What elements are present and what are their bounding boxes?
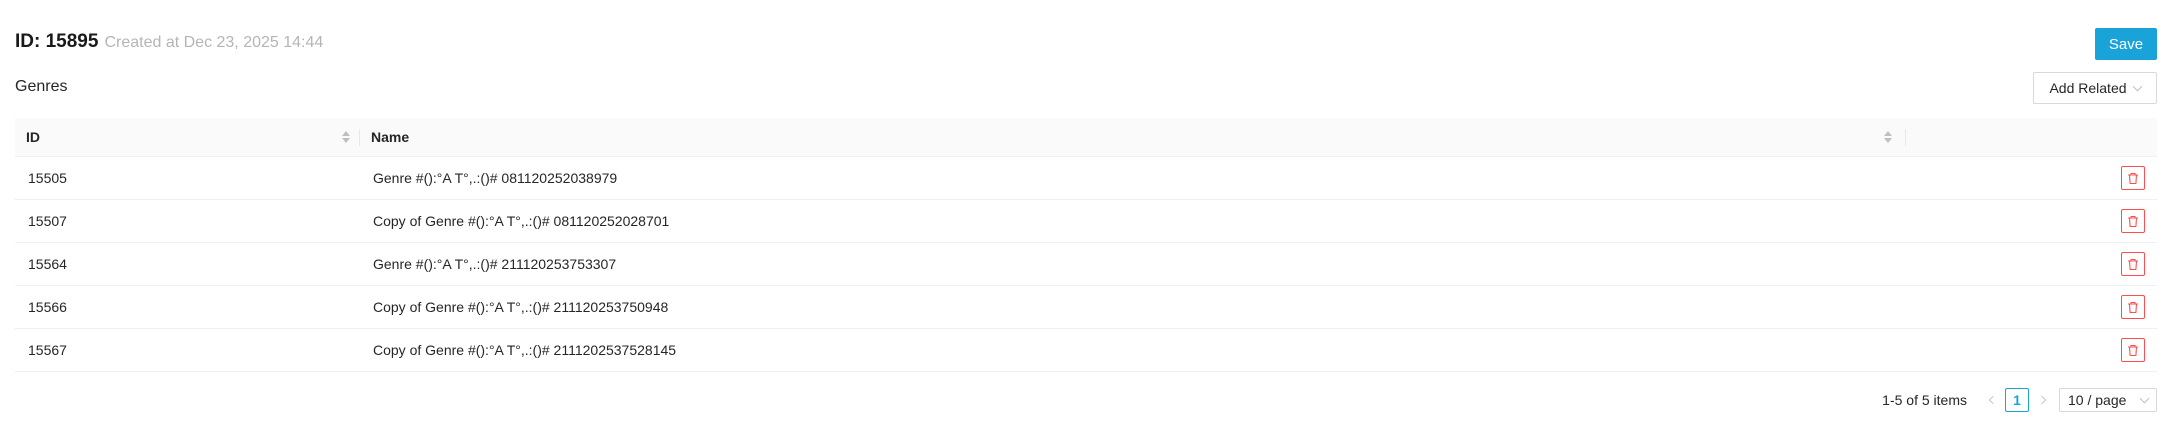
cell-id: 15507 xyxy=(28,213,67,229)
column-header-name[interactable]: Name xyxy=(360,118,1906,156)
column-header-id[interactable]: ID xyxy=(15,118,360,156)
page-size-select[interactable]: 10 / page xyxy=(2059,388,2157,412)
page-number-button[interactable]: 1 xyxy=(2005,388,2029,412)
table-row: 15505 Genre #():°A T°,.:()# 0811202520389… xyxy=(15,157,2157,200)
trash-icon xyxy=(2128,215,2138,227)
table-row: 15566 Copy of Genre #():°A T°,.:()# 21112… xyxy=(15,286,2157,329)
trash-icon xyxy=(2128,344,2138,356)
cell-name: Genre #():°A T°,.:()# 211120253753307 xyxy=(373,256,617,272)
prev-page-icon[interactable] xyxy=(1983,388,1999,412)
delete-button[interactable] xyxy=(2121,209,2145,233)
trash-icon xyxy=(2128,258,2138,270)
page-header: ID: 15895 Created at Dec 23, 2025 14:44 xyxy=(15,31,323,53)
cell-id: 15566 xyxy=(28,299,67,315)
add-related-label: Add Related xyxy=(2049,80,2127,96)
record-id-title: ID: 15895 xyxy=(15,31,99,52)
sort-icon[interactable] xyxy=(342,131,350,143)
cell-actions xyxy=(1906,338,2157,362)
column-header-actions xyxy=(1906,118,2157,156)
trash-icon xyxy=(2128,172,2138,184)
delete-button[interactable] xyxy=(2121,166,2145,190)
pagination-total: 1-5 of 5 items xyxy=(1882,392,1967,408)
chevron-down-icon xyxy=(2139,393,2150,403)
table-header: ID Name xyxy=(15,118,2157,157)
column-header-label: ID xyxy=(26,129,40,145)
delete-button[interactable] xyxy=(2121,295,2145,319)
cell-actions xyxy=(1906,209,2157,233)
table-body: 15505 Genre #():°A T°,.:()# 0811202520389… xyxy=(15,157,2157,372)
trash-icon xyxy=(2128,301,2138,313)
pagination: 1-5 of 5 items 1 10 / page xyxy=(1882,388,2157,412)
sort-icon[interactable] xyxy=(1884,131,1892,143)
chevron-down-icon xyxy=(2132,81,2142,91)
delete-button[interactable] xyxy=(2121,252,2145,276)
cell-name: Copy of Genre #():°A T°,.:()# 2111202537… xyxy=(373,299,669,315)
cell-name: Copy of Genre #():°A T°,.:()# 2111202537… xyxy=(373,342,677,358)
cell-name: Copy of Genre #():°A T°,.:()# 0811202520… xyxy=(373,213,670,229)
cell-id: 15564 xyxy=(28,256,67,272)
page-size-value: 10 / page xyxy=(2068,392,2127,408)
column-header-label: Name xyxy=(371,129,410,145)
cell-id: 15505 xyxy=(28,170,67,186)
next-page-icon[interactable] xyxy=(2035,388,2051,412)
table-row: 15567 Copy of Genre #():°A T°,.:()# 21112… xyxy=(15,329,2157,372)
cell-actions xyxy=(1906,166,2157,190)
genres-table: ID Name 15505 Genre #():°A T°,.:()# 08112… xyxy=(15,118,2157,372)
created-timestamp: Created at Dec 23, 2025 14:44 xyxy=(104,34,324,51)
cell-actions xyxy=(1906,252,2157,276)
save-button[interactable]: Save xyxy=(2095,28,2157,60)
cell-id: 15567 xyxy=(28,342,67,358)
delete-button[interactable] xyxy=(2121,338,2145,362)
section-title: Genres xyxy=(15,78,68,95)
add-related-dropdown[interactable]: Add Related xyxy=(2033,72,2157,104)
table-row: 15564 Genre #():°A T°,.:()# 2111202537533… xyxy=(15,243,2157,286)
table-row: 15507 Copy of Genre #():°A T°,.:()# 08112… xyxy=(15,200,2157,243)
cell-name: Genre #():°A T°,.:()# 081120252038979 xyxy=(373,170,618,186)
cell-actions xyxy=(1906,295,2157,319)
